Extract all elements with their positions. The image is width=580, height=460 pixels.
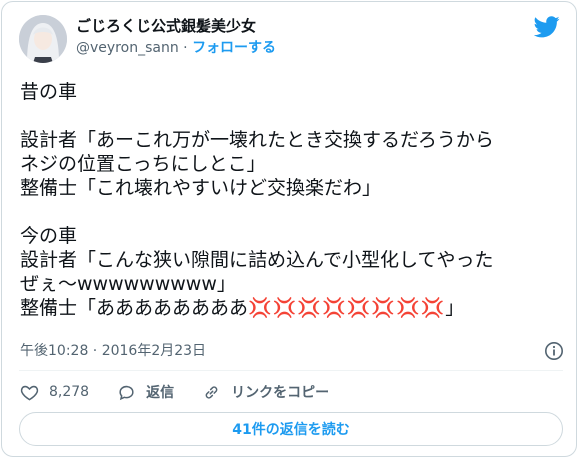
tweet-line: 整備士「ああああああああ	[20, 297, 249, 319]
author-handle[interactable]: @veyron_sann	[76, 40, 179, 56]
copy-link-button[interactable]: リンクをコピー	[202, 382, 329, 402]
tweet-card: ごじろくじ公式銀髪美少女 @veyron_sann · フォローする 昔の車 設…	[1, 1, 577, 457]
link-icon	[205, 385, 218, 399]
heart-icon	[20, 385, 39, 401]
read-replies-button[interactable]: 41件の返信を読む	[19, 412, 563, 446]
tweet-line-end: 」	[445, 297, 465, 319]
like-button[interactable]: 8,278	[20, 383, 89, 402]
avatar-image	[19, 15, 67, 63]
action-bar: 8,278 返信 リンクをコピー	[20, 380, 357, 404]
tweet-line: 整備士「これ壊れやすいけど交換楽だわ」	[20, 177, 382, 199]
tweet-text: 昔の車 設計者「あーこれ万が一壊れたとき交換するだろうから ネジの位置こっちにし…	[20, 80, 565, 320]
timestamp[interactable]: 午後10:28 · 2016年2月23日	[20, 343, 206, 359]
handle-row: @veyron_sann · フォローする	[76, 38, 276, 58]
divider	[19, 370, 563, 371]
tweet-line: 設計者「あーこれ万が一壊れたとき交換するだろうから	[20, 129, 494, 151]
follow-button[interactable]: フォローする	[192, 40, 276, 56]
like-count: 8,278	[49, 384, 90, 400]
tweet-line: ネジの位置こっちにしとこ」	[20, 153, 266, 175]
author-display-name[interactable]: ごじろくじ公式銀髪美少女	[76, 16, 276, 36]
anger-emoji: 💢💢💢💢💢💢💢💢	[248, 297, 446, 319]
reply-button[interactable]: 返信	[117, 382, 174, 402]
tweet-line: 設計者「こんな狭い隙間に詰め込んで小型化してやった	[20, 249, 494, 271]
tweet-line: 昔の車	[20, 81, 78, 103]
avatar[interactable]	[19, 15, 67, 63]
separator-dot: ·	[183, 40, 188, 56]
author-block: ごじろくじ公式銀髪美少女 @veyron_sann · フォローする	[76, 16, 276, 58]
reply-label: 返信	[146, 385, 175, 401]
tweet-line: 今の車	[20, 225, 78, 247]
tweet-line: ぜぇ〜wwwwwwwww」	[20, 273, 236, 295]
info-icon[interactable]	[544, 341, 564, 361]
twitter-bird-icon[interactable]	[534, 16, 560, 38]
meta-row: 午後10:28 · 2016年2月23日	[20, 341, 564, 361]
copy-link-label: リンクをコピー	[231, 385, 330, 401]
reply-icon	[119, 385, 134, 400]
